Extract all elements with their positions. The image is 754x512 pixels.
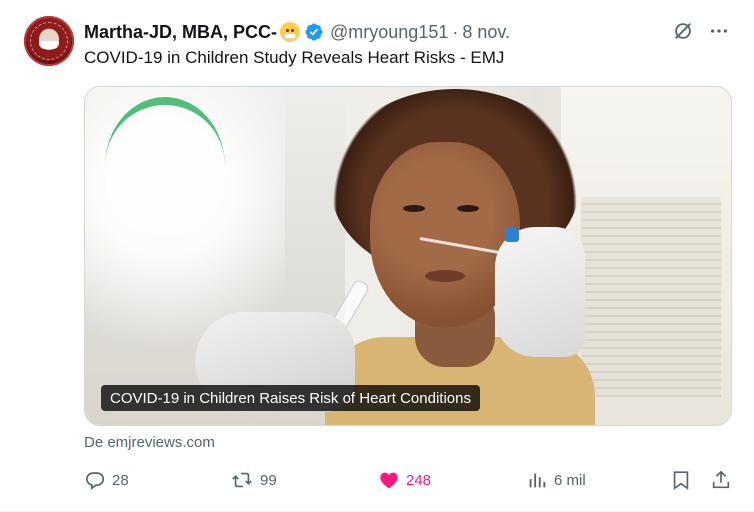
like-count: 248 bbox=[406, 471, 432, 489]
card-source[interactable]: De emjreviews.com bbox=[84, 434, 215, 451]
display-name[interactable]: Martha-JD, MBA, PCC- bbox=[84, 22, 277, 43]
reply-button[interactable]: 28 bbox=[84, 465, 129, 495]
separator-dot: · bbox=[452, 21, 459, 42]
views-button[interactable]: 6 mil bbox=[526, 465, 586, 495]
reply-count: 28 bbox=[112, 471, 129, 489]
card-image-glove-right bbox=[495, 227, 585, 357]
more-icon[interactable] bbox=[708, 20, 730, 42]
like-button[interactable]: 248 bbox=[378, 465, 431, 495]
heart-icon bbox=[380, 472, 398, 489]
verified-badge-icon bbox=[305, 23, 323, 41]
card-image-blinds bbox=[581, 197, 721, 397]
card-image-eye-left bbox=[403, 205, 425, 212]
link-card[interactable]: COVID-19 in Children Raises Risk of Hear… bbox=[84, 86, 732, 426]
share-button[interactable] bbox=[710, 465, 738, 495]
views-count: 6 mil bbox=[554, 471, 586, 489]
avatar[interactable] bbox=[24, 16, 74, 66]
bookmark-icon bbox=[673, 471, 689, 490]
avatar-mask bbox=[39, 41, 59, 49]
card-image-face-shield bbox=[105, 97, 225, 235]
bookmark-button[interactable] bbox=[670, 465, 698, 495]
medical-mask-emoji-icon bbox=[280, 22, 301, 42]
card-image-eye-right bbox=[457, 205, 479, 212]
top-actions bbox=[672, 20, 730, 42]
card-image-swab-tip bbox=[505, 228, 519, 242]
tweet-header: Martha-JD, MBA, PCC- @mryoung151 · 8 nov… bbox=[84, 20, 510, 44]
retweet-button[interactable]: 99 bbox=[230, 465, 277, 495]
tweet-date[interactable]: 8 nov. bbox=[462, 22, 510, 43]
grok-icon[interactable] bbox=[672, 20, 694, 42]
user-handle[interactable]: @mryoung151 bbox=[330, 22, 448, 43]
reply-icon bbox=[86, 472, 105, 490]
action-bar: 28 99 248 6 mil bbox=[84, 465, 734, 495]
retweet-count: 99 bbox=[260, 471, 277, 489]
retweet-icon bbox=[232, 472, 252, 488]
tweet-text: COVID-19 in Children Study Reveals Heart… bbox=[84, 48, 505, 67]
card-image-lips bbox=[425, 270, 465, 282]
views-icon bbox=[529, 473, 546, 488]
share-icon bbox=[712, 470, 730, 489]
tweet[interactable]: Martha-JD, MBA, PCC- @mryoung151 · 8 nov… bbox=[0, 0, 754, 512]
card-title: COVID-19 in Children Raises Risk of Hear… bbox=[101, 385, 480, 411]
